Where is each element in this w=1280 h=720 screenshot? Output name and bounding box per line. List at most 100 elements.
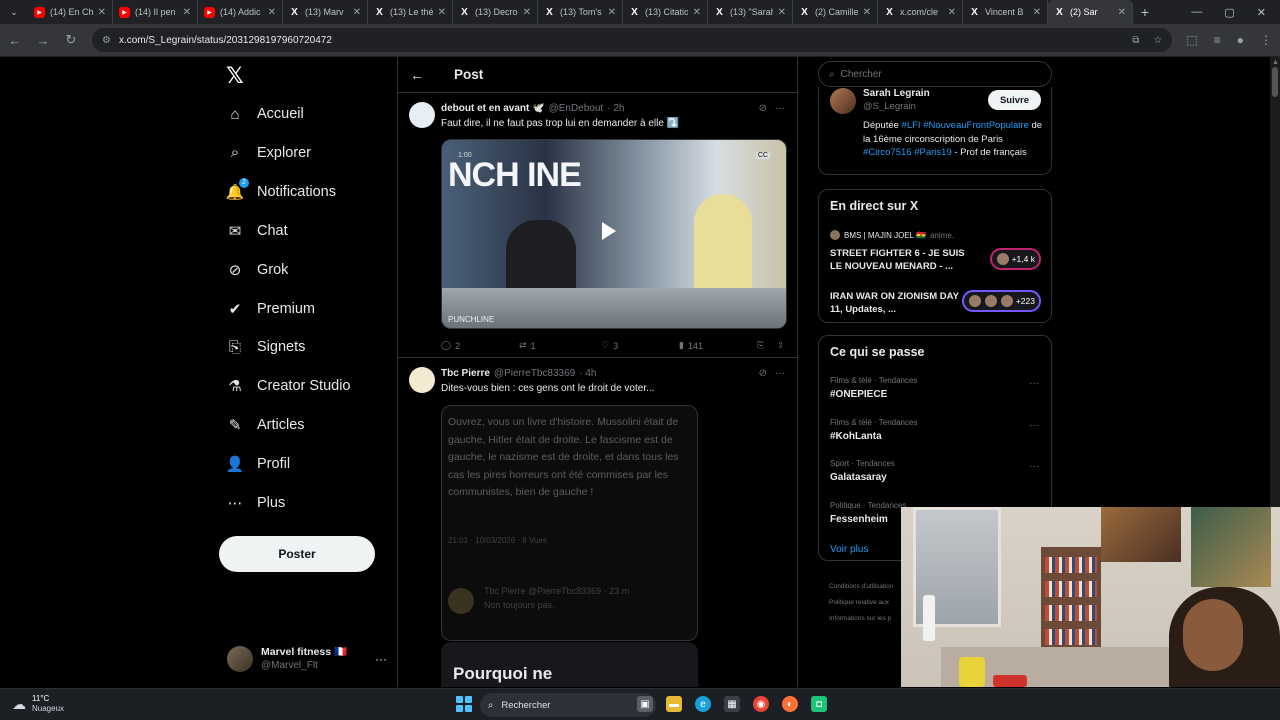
bookmark-icon[interactable]: ⎘ xyxy=(757,340,777,351)
browser-tab[interactable]: X (13) Citatio ✕ xyxy=(623,0,708,24)
media-card[interactable]: Pourquoi ne xyxy=(441,642,698,687)
post-button[interactable]: Poster xyxy=(219,536,375,572)
firefox-icon[interactable]: ◐ xyxy=(782,696,798,712)
footer-link[interactable]: Politique relative aux xyxy=(829,599,889,606)
store-icon[interactable]: ▦ xyxy=(724,696,740,712)
footer-link[interactable]: Conditions d'utilisation xyxy=(829,583,893,590)
nav-item-accueil[interactable]: ⌂ Accueil xyxy=(226,105,303,123)
close-tab-icon[interactable]: ✕ xyxy=(1118,7,1126,18)
close-tab-icon[interactable]: ✕ xyxy=(268,7,276,18)
browser-tab[interactable]: X (2) Camille ✕ xyxy=(793,0,878,24)
browser-tab[interactable]: X (13) Tom's ✕ xyxy=(538,0,623,24)
close-tab-icon[interactable]: ✕ xyxy=(438,7,446,18)
profile-name[interactable]: Sarah Legrain xyxy=(863,88,930,99)
close-tab-icon[interactable]: ✕ xyxy=(778,7,786,18)
captions-icon[interactable]: CC xyxy=(755,152,770,159)
account-switcher[interactable]: Marvel fitness 🇫🇷 @Marvel_Flt ··· xyxy=(227,644,387,674)
browser-tab[interactable]: X (13) Marv ✕ xyxy=(283,0,368,24)
search-input[interactable]: ⌕ Chercher xyxy=(818,61,1052,87)
edge-icon[interactable]: e xyxy=(695,696,711,712)
like-button[interactable]: ♡ 3 xyxy=(601,340,679,351)
browser-tab[interactable]: X (2) Sar ✕ xyxy=(1048,0,1133,24)
trend-name[interactable]: #ONEPIECE xyxy=(830,389,887,400)
live-listeners-badge[interactable]: +223 xyxy=(961,290,1041,312)
more-horizontal-icon[interactable]: ··· xyxy=(1029,378,1039,389)
trend-name[interactable]: Galatasaray xyxy=(830,472,887,483)
video-player[interactable]: NCH INE 1:00 CC PUNCHLINE xyxy=(441,139,787,329)
grok-icon[interactable]: ⊘ xyxy=(759,103,767,114)
nav-item-articles[interactable]: ✎ Articles xyxy=(226,416,305,434)
live-item-title[interactable]: STREET FIGHTER 6 - JE SUIS LE NOUVEAU ME… xyxy=(830,247,970,273)
repost-button[interactable]: ⇄ 1 xyxy=(519,340,601,351)
share-icon[interactable]: ⇪ xyxy=(777,340,787,351)
footer-link[interactable]: Informations sur les p xyxy=(829,615,891,622)
hashtag-link[interactable]: #LFI xyxy=(902,120,921,131)
forward-arrow-icon[interactable]: → xyxy=(36,33,50,48)
hashtag-link[interactable]: #Paris19 xyxy=(914,147,952,158)
scroll-up-icon[interactable]: ▲ xyxy=(1272,59,1279,66)
tweet-author-name[interactable]: Tbc Pierre xyxy=(441,368,490,379)
close-tab-icon[interactable]: ✕ xyxy=(948,7,956,18)
trend-name[interactable]: Fessenheim xyxy=(830,514,888,525)
nav-item-creator-studio[interactable]: ⚗ Creator Studio xyxy=(226,377,350,395)
weather-widget[interactable]: ☁ 11°C Nuageux xyxy=(12,694,64,714)
avatar[interactable] xyxy=(409,367,435,393)
browser-tab[interactable]: X (13) Le thé ✕ xyxy=(368,0,453,24)
avatar[interactable] xyxy=(409,102,435,128)
extensions-icon[interactable]: ⬚ xyxy=(1186,33,1197,47)
close-tab-icon[interactable]: ✕ xyxy=(98,7,106,18)
browser-menu-icon[interactable]: ⋮ xyxy=(1260,33,1272,47)
taskbar-search[interactable]: ⌕ Rechercher xyxy=(480,693,656,717)
back-arrow-icon[interactable]: ← xyxy=(410,67,424,83)
close-tab-icon[interactable]: ✕ xyxy=(353,7,361,18)
browser-tab[interactable]: X (13) Decro ✕ xyxy=(453,0,538,24)
nav-item-plus[interactable]: ⋯ Plus xyxy=(226,494,286,512)
profile-icon[interactable]: ● xyxy=(1237,33,1244,47)
views-button[interactable]: ▮ 141 xyxy=(679,340,757,351)
nav-item-signets[interactable]: ⎘ Signets xyxy=(226,338,305,356)
close-tab-icon[interactable]: ✕ xyxy=(183,7,191,18)
browser-tab[interactable]: X (13) "Sarah ✕ xyxy=(708,0,793,24)
more-horizontal-icon[interactable]: ··· xyxy=(775,103,785,114)
close-tab-icon[interactable]: ✕ xyxy=(1033,7,1041,18)
tweet-author-handle[interactable]: @EnDebout xyxy=(549,103,604,114)
close-tab-icon[interactable]: ✕ xyxy=(693,7,701,18)
cast-icon[interactable]: ⧉ xyxy=(1132,35,1139,46)
live-listeners-badge[interactable]: +1,4 k xyxy=(989,248,1041,270)
nav-item-explorer[interactable]: ⌕ Explorer xyxy=(226,144,311,162)
bookmark-star-icon[interactable]: ☆ xyxy=(1153,35,1162,46)
browser-tab[interactable]: ▶ (14) Il pen ✕ xyxy=(113,0,198,24)
close-tab-icon[interactable]: ✕ xyxy=(863,7,871,18)
grok-icon[interactable]: ⊘ xyxy=(759,368,767,379)
site-info-icon[interactable]: ⚙ xyxy=(102,35,111,46)
hashtag-link[interactable]: #NouveauFrontPopulaire xyxy=(923,120,1029,131)
reading-list-icon[interactable]: ≡ xyxy=(1214,33,1221,47)
nav-item-premium[interactable]: ✔ Premium xyxy=(226,300,315,318)
browser-tab[interactable]: ▶ (14) En Ch ✕ xyxy=(28,0,113,24)
browser-tab[interactable]: ▶ (14) Addic ✕ xyxy=(198,0,283,24)
close-tab-icon[interactable]: ✕ xyxy=(523,7,531,18)
more-horizontal-icon[interactable]: ··· xyxy=(375,652,387,666)
minimize-icon[interactable]: — xyxy=(1191,6,1202,19)
close-tab-icon[interactable]: ✕ xyxy=(608,7,616,18)
tab-search-menu[interactable]: ⌄ xyxy=(0,0,28,24)
more-horizontal-icon[interactable]: ··· xyxy=(1029,461,1039,472)
reload-icon[interactable]: ↻ xyxy=(64,32,78,48)
close-window-icon[interactable]: ✕ xyxy=(1257,6,1266,19)
follow-button[interactable]: Suivre xyxy=(988,90,1041,110)
new-tab-button[interactable]: + xyxy=(1133,4,1157,20)
tweet-author-handle[interactable]: @PierreTbc83369 xyxy=(494,368,575,379)
avatar[interactable] xyxy=(830,88,856,114)
hashtag-link[interactable]: #Circo7516 xyxy=(863,147,912,158)
tweet-time[interactable]: · 4h xyxy=(579,368,596,379)
quoted-image[interactable]: Ouvrez, vous un livre d'histoire. Mussol… xyxy=(441,405,698,641)
browser-tab[interactable]: X Vincent B ✕ xyxy=(963,0,1048,24)
more-horizontal-icon[interactable]: ··· xyxy=(1029,420,1039,431)
nav-item-profil[interactable]: 👤 Profil xyxy=(226,455,290,473)
nav-item-chat[interactable]: ✉ Chat xyxy=(226,222,288,240)
more-horizontal-icon[interactable]: ··· xyxy=(775,368,785,379)
scrollbar-thumb[interactable] xyxy=(1272,67,1278,97)
see-more-link[interactable]: Voir plus xyxy=(830,544,868,555)
chrome-icon[interactable]: ◉ xyxy=(753,696,769,712)
play-icon[interactable] xyxy=(602,222,616,240)
